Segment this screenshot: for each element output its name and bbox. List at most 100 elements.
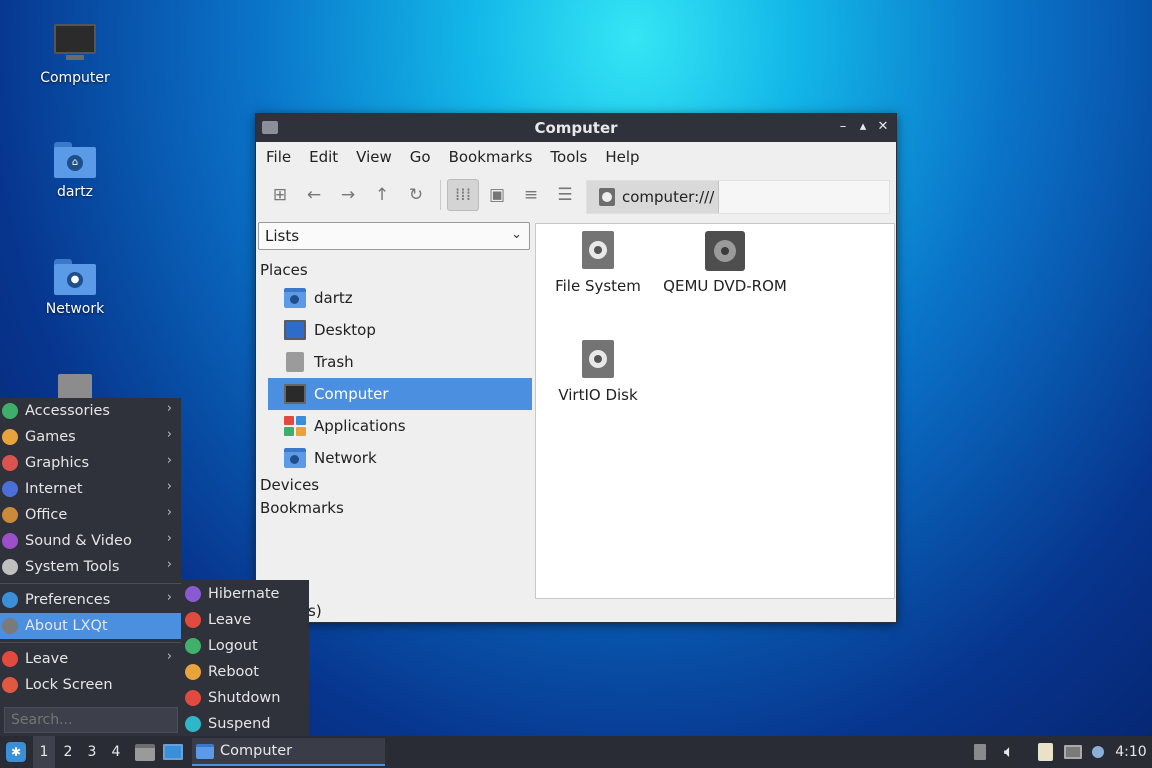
place-item-applications[interactable]: Applications [268, 410, 532, 442]
desktop-switch-2[interactable]: 2 [57, 736, 79, 768]
file-item-virtio-disk[interactable]: VirtIO Disk [533, 340, 663, 404]
file-item-file-system[interactable]: File System [533, 231, 663, 295]
menu-item-office[interactable]: Office › [0, 502, 181, 528]
desktop-icon-home[interactable]: ⌂ dartz [20, 142, 130, 200]
leave-item-logout[interactable]: Logout [181, 633, 309, 659]
menu-tools[interactable]: Tools [544, 148, 599, 166]
path-label: computer:/// [622, 188, 715, 206]
eject-icon[interactable] [970, 736, 990, 768]
menu-item-leave[interactable]: Leave › [0, 646, 181, 672]
place-item-desktop[interactable]: Desktop [268, 314, 532, 346]
chevron-right-icon: › [166, 531, 172, 546]
leave-item-leave[interactable]: Leave [181, 607, 309, 633]
main-menu-button[interactable]: ✱ [0, 736, 32, 768]
maximize-button[interactable]: ▴ [854, 118, 872, 136]
new-tab-icon[interactable]: ⊞ [264, 179, 296, 211]
clipboard-icon[interactable] [1034, 736, 1056, 768]
detailed-list-icon[interactable]: ☰ [549, 179, 581, 211]
place-item-dartz[interactable]: dartz [268, 282, 532, 314]
side-pane: Lists ⌄ Places dartz Desktop Trash Compu… [258, 222, 532, 612]
file-item-dvd-rom[interactable]: QEMU DVD-ROM [660, 231, 790, 295]
trash-icon [286, 352, 304, 372]
update-notifier-icon[interactable] [1088, 736, 1108, 768]
menu-item-about-lxqt[interactable]: About LXQt [0, 613, 181, 639]
desktop-switch-1[interactable]: 1 [33, 736, 55, 768]
folder-view[interactable]: File System QEMU DVD-ROM VirtIO Disk [535, 223, 895, 599]
menu-item-label: Accessories [25, 403, 110, 419]
volume-icon[interactable]: 🔈︎ [997, 736, 1021, 768]
menu-item-games[interactable]: Games › [0, 424, 181, 450]
minimize-button[interactable]: – [834, 118, 852, 136]
home-folder-icon: ⌂ [54, 142, 96, 178]
path-button[interactable]: computer:/// [587, 181, 719, 213]
menu-item-label: Graphics [25, 455, 90, 471]
lock-screen-icon [2, 677, 18, 693]
desktop-icon-computer[interactable]: Computer [20, 24, 130, 86]
menu-edit[interactable]: Edit [303, 148, 350, 166]
menu-item-internet[interactable]: Internet › [0, 476, 181, 502]
devices-heading[interactable]: Devices [258, 474, 532, 497]
menu-item-lock-screen[interactable]: Lock Screen [0, 672, 181, 698]
leave-item-reboot[interactable]: Reboot [181, 659, 309, 685]
menu-file[interactable]: File [260, 148, 303, 166]
leave-item-suspend[interactable]: Suspend [181, 711, 309, 737]
menubar: File Edit View Go Bookmarks Tools Help [256, 142, 896, 172]
network-folder-icon: ● [54, 259, 96, 295]
bookmarks-heading[interactable]: Bookmarks [258, 497, 532, 520]
place-item-trash[interactable]: Trash [268, 346, 532, 378]
desktop-switch-4[interactable]: 4 [105, 736, 127, 768]
chevron-right-icon: › [166, 649, 172, 664]
folder-icon [196, 743, 214, 759]
games-icon [2, 429, 18, 445]
system-tools-icon [2, 559, 18, 575]
back-icon[interactable]: ← [298, 179, 330, 211]
leave-item-hibernate[interactable]: Hibernate [181, 581, 309, 607]
compact-view-icon[interactable]: ≡ [515, 179, 547, 211]
file-manager-launcher-icon[interactable] [133, 736, 157, 768]
desktop-icon-label: Network [45, 301, 105, 317]
place-item-computer[interactable]: Computer [268, 378, 532, 410]
leave-item-label: Reboot [208, 664, 259, 680]
menu-separator [0, 583, 181, 584]
menu-item-accessories[interactable]: Accessories › [0, 398, 181, 424]
menu-view[interactable]: View [350, 148, 404, 166]
menu-bookmarks[interactable]: Bookmarks [443, 148, 545, 166]
show-desktop-icon[interactable] [161, 736, 185, 768]
logout-icon [185, 638, 201, 654]
icon-view-icon[interactable]: ⁞⁞⁞ [447, 179, 479, 211]
internet-icon [2, 481, 18, 497]
leave-item-label: Shutdown [208, 690, 281, 706]
menu-item-preferences[interactable]: Preferences › [0, 587, 181, 613]
menu-item-label: Preferences [25, 592, 111, 608]
taskbar-window-button[interactable]: Computer [192, 738, 385, 766]
chevron-right-icon: › [166, 401, 172, 416]
clock[interactable]: 4:10 [1110, 736, 1152, 768]
forward-icon[interactable]: → [332, 179, 364, 211]
desktop-switch-3[interactable]: 3 [81, 736, 103, 768]
menu-category-group: Accessories › Games › Graphics › Internet › Offi… [0, 398, 181, 580]
up-icon[interactable]: ↑ [366, 179, 398, 211]
leave-item-label: Logout [208, 638, 258, 654]
thumbnail-view-icon[interactable]: ▣ [481, 179, 513, 211]
harddisk-icon [599, 188, 615, 206]
side-pane-mode-select[interactable]: Lists ⌄ [258, 222, 530, 250]
monitor-icon [54, 24, 96, 64]
leave-submenu-items: Hibernate Leave Logout Reboot Shutdown Suspen… [181, 580, 309, 737]
menu-go[interactable]: Go [404, 148, 443, 166]
status-bar-text: s) [308, 602, 322, 620]
place-item-network[interactable]: Network [268, 442, 532, 474]
menu-item-system-tools[interactable]: System Tools › [0, 554, 181, 580]
menu-item-graphics[interactable]: Graphics › [0, 450, 181, 476]
suspend-icon [185, 716, 201, 732]
menu-help[interactable]: Help [599, 148, 651, 166]
desktop-icon-network[interactable]: ● Network [20, 259, 130, 317]
window-titlebar[interactable]: Computer – ▴ ✕ [256, 114, 896, 142]
leave-item-shutdown[interactable]: Shutdown [181, 685, 309, 711]
reload-icon[interactable]: ↻ [400, 179, 432, 211]
close-button[interactable]: ✕ [874, 118, 892, 136]
network-icon[interactable] [1062, 736, 1084, 768]
menu-item-sound-video[interactable]: Sound & Video › [0, 528, 181, 554]
menu-search-input[interactable] [4, 707, 178, 733]
shutdown-icon [185, 690, 201, 706]
path-bar[interactable]: computer:/// [586, 180, 890, 214]
